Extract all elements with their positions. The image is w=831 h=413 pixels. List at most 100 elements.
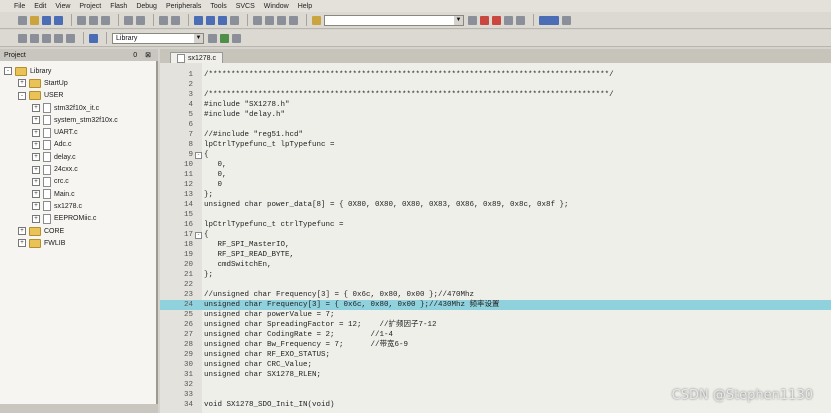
menu-item-svcs[interactable]: SVCS bbox=[236, 3, 255, 10]
undo-icon[interactable] bbox=[124, 15, 133, 25]
tree-file-item[interactable]: + UART.c bbox=[0, 126, 158, 138]
tree-file-item[interactable]: + Main.c bbox=[0, 188, 158, 200]
project-panel-tabs[interactable] bbox=[0, 404, 158, 413]
save-icon[interactable] bbox=[42, 15, 51, 25]
code-line[interactable]: 15 bbox=[160, 210, 831, 220]
code-line[interactable]: 3 /**************************************… bbox=[160, 90, 831, 100]
code-line[interactable]: 1 /**************************************… bbox=[160, 70, 831, 80]
tree-folder-item[interactable]: + CORE bbox=[0, 225, 158, 237]
expand-icon[interactable]: + bbox=[18, 227, 26, 235]
collapse-icon[interactable]: - bbox=[18, 91, 26, 100]
code-line[interactable]: 23 //unsigned char Frequency[3] = { 0x6c,… bbox=[160, 290, 831, 300]
code-line[interactable]: 31 unsigned char SX1278_RLEN; bbox=[160, 370, 831, 380]
find-combo[interactable]: ▼ bbox=[324, 14, 464, 26]
code-line[interactable]: 5 #include "delay.h" bbox=[160, 110, 831, 120]
expand-icon[interactable]: + bbox=[32, 116, 40, 125]
expand-icon[interactable]: + bbox=[32, 140, 40, 149]
next-bookmark-icon[interactable] bbox=[218, 15, 227, 25]
code-line[interactable]: 2 bbox=[160, 80, 831, 90]
chevron-down-icon[interactable]: ▼ bbox=[454, 15, 463, 25]
code-line[interactable]: 30 unsigned char CRC_Value; bbox=[160, 360, 831, 370]
expand-icon[interactable]: + bbox=[32, 104, 40, 113]
prev-bookmark-icon[interactable] bbox=[206, 15, 215, 25]
menu-item-debug[interactable]: Debug bbox=[136, 3, 157, 10]
menu-item-help[interactable]: Help bbox=[298, 3, 312, 10]
manage-components-icon[interactable] bbox=[220, 33, 229, 43]
menu-item-peripherals[interactable]: Peripherals bbox=[166, 3, 201, 10]
fold-toggle-icon[interactable]: - bbox=[195, 152, 202, 159]
code-line[interactable]: 10 0, bbox=[160, 160, 831, 170]
nav-forward-icon[interactable] bbox=[171, 15, 180, 25]
tree-file-item[interactable]: + system_stm32f10x.c bbox=[0, 114, 158, 126]
debug-start-icon[interactable] bbox=[480, 15, 489, 25]
breakpoint-kill-icon[interactable] bbox=[516, 15, 525, 25]
menu-item-project[interactable]: Project bbox=[79, 3, 101, 10]
find-icon[interactable] bbox=[468, 15, 477, 25]
code-line[interactable]: 20 cmdSwitchEn, bbox=[160, 260, 831, 270]
menu-item-flash[interactable]: Flash bbox=[110, 3, 127, 10]
expand-icon[interactable]: + bbox=[32, 153, 40, 162]
expand-icon[interactable]: + bbox=[32, 202, 40, 211]
unindent-icon[interactable] bbox=[265, 15, 274, 25]
target-options-icon[interactable] bbox=[208, 33, 217, 43]
indent-icon[interactable] bbox=[253, 15, 262, 25]
code-line-highlighted[interactable]: 24 unsigned char Frequency[3] = { 0x6c, 0… bbox=[160, 300, 831, 310]
config-icon[interactable] bbox=[562, 15, 571, 25]
breakpoint-disable-icon[interactable] bbox=[504, 15, 513, 25]
tree-file-item[interactable]: + delay.c bbox=[0, 151, 158, 163]
code-line[interactable]: 14 unsigned char power_data[8] = { 0X80, … bbox=[160, 200, 831, 210]
fold-toggle-icon[interactable]: - bbox=[195, 232, 202, 239]
tree-folder-item[interactable]: - Library bbox=[0, 65, 158, 77]
code-line[interactable]: 13}; bbox=[160, 190, 831, 200]
expand-icon[interactable]: + bbox=[32, 214, 40, 223]
code-line[interactable]: 22 bbox=[160, 280, 831, 290]
panel-controls[interactable]: 0 ⊠ bbox=[133, 51, 154, 59]
build-icon[interactable] bbox=[30, 33, 39, 43]
menu-item-window[interactable]: Window bbox=[264, 3, 289, 10]
code-line[interactable]: 18 RF_SPI_MasterIO, bbox=[160, 240, 831, 250]
code-line[interactable]: 29 unsigned char RF_EXO_STATUS; bbox=[160, 350, 831, 360]
code-line[interactable]: 27 unsigned char CodingRate = 2; //1-4 bbox=[160, 330, 831, 340]
tree-file-item[interactable]: + crc.c bbox=[0, 176, 158, 188]
tree-file-item[interactable]: + stm32f10x_it.c bbox=[0, 102, 158, 114]
uncomment-icon[interactable] bbox=[289, 15, 298, 25]
code-line[interactable]: 8 lpCtrlTypefunc_t lpTypefunc = bbox=[160, 140, 831, 150]
collapse-icon[interactable]: - bbox=[4, 67, 12, 76]
expand-icon[interactable]: + bbox=[32, 165, 40, 174]
code-line[interactable]: 7 //#include "reg51.hcd" bbox=[160, 130, 831, 140]
comment-icon[interactable] bbox=[277, 15, 286, 25]
code-line[interactable]: 12 0 bbox=[160, 180, 831, 190]
chevron-down-icon[interactable]: ▼ bbox=[194, 33, 203, 43]
batch-build-icon[interactable] bbox=[54, 33, 63, 43]
menu-item-file[interactable]: File bbox=[14, 3, 25, 10]
expand-icon[interactable]: + bbox=[32, 177, 40, 186]
expand-icon[interactable]: + bbox=[32, 190, 40, 199]
copy-icon[interactable] bbox=[89, 15, 98, 25]
tree-file-item[interactable]: + sx1278.c bbox=[0, 200, 158, 212]
menu-item-edit[interactable]: Edit bbox=[34, 3, 46, 10]
code-line[interactable]: 28 unsigned char Bw_Frequency = 7; //带宽6-… bbox=[160, 340, 831, 350]
code-line[interactable]: 11 0, bbox=[160, 170, 831, 180]
tree-file-item[interactable]: +24cxx.c bbox=[0, 163, 158, 175]
code-line[interactable]: 9-{ bbox=[160, 150, 831, 160]
bookmark-icon[interactable] bbox=[194, 15, 203, 25]
tree-folder-item[interactable]: - USER bbox=[0, 90, 158, 102]
code-line[interactable]: 4 #include "SX1278.h" bbox=[160, 100, 831, 110]
code-line[interactable]: 17-{ bbox=[160, 230, 831, 240]
expand-icon[interactable]: + bbox=[32, 128, 40, 137]
menu-item-view[interactable]: View bbox=[55, 3, 70, 10]
cut-icon[interactable] bbox=[77, 15, 86, 25]
tree-folder-item[interactable]: + FWLIB bbox=[0, 237, 158, 249]
expand-icon[interactable]: + bbox=[18, 79, 26, 88]
new-file-icon[interactable] bbox=[18, 15, 27, 25]
rebuild-icon[interactable] bbox=[42, 33, 51, 43]
code-line[interactable]: 16 lpCtrlTypefunc_t ctrlTypefunc = bbox=[160, 220, 831, 230]
window-layout-icon[interactable] bbox=[539, 15, 559, 25]
nav-back-icon[interactable] bbox=[159, 15, 168, 25]
code-line[interactable]: 25 unsigned char powerValue = 7; bbox=[160, 310, 831, 320]
translate-icon[interactable] bbox=[18, 33, 27, 43]
download-icon[interactable] bbox=[89, 33, 98, 43]
tree-folder-item[interactable]: + StartUp bbox=[0, 77, 158, 89]
tree-file-item[interactable]: + EEPROMiic.c bbox=[0, 213, 158, 225]
menu-item-tools[interactable]: Tools bbox=[210, 3, 226, 10]
